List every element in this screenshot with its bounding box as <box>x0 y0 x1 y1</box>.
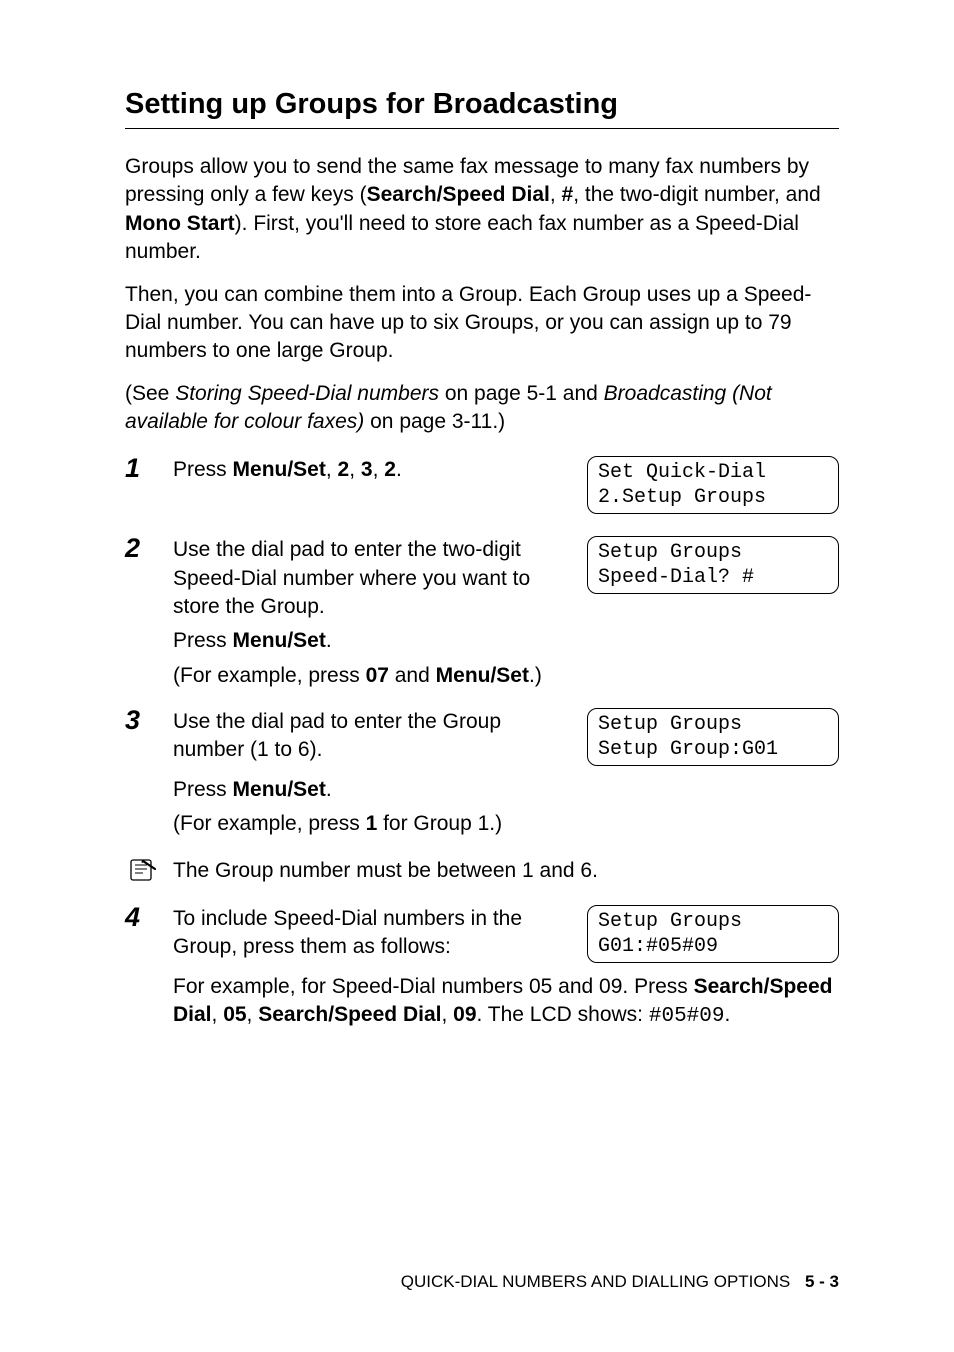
step-3: 3 Use the dial pad to enter the Group nu… <box>125 708 839 845</box>
key-label: Search/Speed Dial <box>258 1003 441 1026</box>
key-label: 2 <box>384 458 396 481</box>
text: , <box>373 458 385 481</box>
text: .) <box>529 664 542 687</box>
key-label: 3 <box>361 458 373 481</box>
key-label: Menu/Set <box>233 629 326 652</box>
key-label: 2 <box>338 458 350 481</box>
step-text: (For example, press 07 and Menu/Set.) <box>173 662 839 690</box>
text: and <box>389 664 436 687</box>
text: (For example, press <box>173 664 366 687</box>
text: , <box>212 1003 224 1026</box>
key-label: Menu/Set <box>233 458 326 481</box>
page-number: 5 - 3 <box>805 1272 839 1291</box>
text: Press <box>173 778 233 801</box>
text: . <box>396 458 402 481</box>
key-label: 05 <box>223 1003 246 1026</box>
step-number: 2 <box>125 534 173 564</box>
step-text: Press Menu/Set. <box>173 627 839 655</box>
step-text: To include Speed-Dial numbers in the Gro… <box>173 905 569 962</box>
text: , <box>441 1003 453 1026</box>
key-label: Mono Start <box>125 212 235 235</box>
key-label: 07 <box>366 664 389 687</box>
text: , <box>247 1003 259 1026</box>
step-number: 1 <box>125 454 173 484</box>
step-text: For example, for Speed-Dial numbers 05 a… <box>173 973 839 1032</box>
page-footer: QUICK-DIAL NUMBERS AND DIALLING OPTIONS … <box>401 1271 839 1294</box>
step-text: Use the dial pad to enter the Group numb… <box>173 708 569 765</box>
lcd-line: Setup Groups <box>598 541 742 564</box>
text: . <box>724 1003 730 1026</box>
step-number: 4 <box>125 903 173 933</box>
chapter-title: QUICK-DIAL NUMBERS AND DIALLING OPTIONS <box>401 1272 791 1291</box>
text: (For example, press <box>173 812 366 835</box>
text: , the two-digit number, and <box>573 183 820 206</box>
section-heading: Setting up Groups for Broadcasting <box>125 85 839 129</box>
key-label: Menu/Set <box>233 778 326 801</box>
text: . The LCD shows: <box>477 1003 649 1026</box>
step-4: 4 To include Speed-Dial numbers in the G… <box>125 905 839 1038</box>
key-label: Search/Speed Dial <box>367 183 550 206</box>
key-label: 1 <box>366 812 378 835</box>
lcd-line: 2.Setup Groups <box>598 486 766 509</box>
key-label: 09 <box>453 1003 476 1026</box>
intro-paragraph-2: Then, you can combine them into a Group.… <box>125 281 839 366</box>
text: For example, for Speed-Dial numbers 05 a… <box>173 975 694 998</box>
intro-paragraph-3: (See Storing Speed-Dial numbers on page … <box>125 380 839 437</box>
lcd-line: Set Quick-Dial <box>598 461 766 484</box>
text: (See <box>125 382 175 405</box>
text: for Group 1.) <box>377 812 502 835</box>
text: Press <box>173 458 233 481</box>
step-1: 1 Press Menu/Set, 2, 3, 2. Set Quick-Dia… <box>125 456 839 524</box>
intro-paragraph-1: Groups allow you to send the same fax me… <box>125 153 839 266</box>
lcd-text-inline: #05#09 <box>649 1005 725 1028</box>
text: on page 5-1 and <box>439 382 604 405</box>
lcd-display: Setup Groups G01:#05#09 <box>587 905 839 963</box>
lcd-line: G01:#05#09 <box>598 935 718 958</box>
reference: Storing Speed-Dial numbers <box>175 382 439 405</box>
key-label: Menu/Set <box>436 664 529 687</box>
lcd-line: Setup Group:G01 <box>598 738 778 761</box>
lcd-line: Setup Groups <box>598 713 742 736</box>
text: Press <box>173 629 233 652</box>
lcd-line: Setup Groups <box>598 910 742 933</box>
text: , <box>550 183 562 206</box>
step-text: Use the dial pad to enter the two-digit … <box>173 536 569 621</box>
step-2: 2 Use the dial pad to enter the two-digi… <box>125 536 839 696</box>
note-block: The Group number must be between 1 and 6… <box>125 857 839 885</box>
step-list: 1 Press Menu/Set, 2, 3, 2. Set Quick-Dia… <box>125 456 839 1037</box>
step-text: (For example, press 1 for Group 1.) <box>173 810 839 838</box>
lcd-display: Setup Groups Setup Group:G01 <box>587 708 839 766</box>
lcd-display: Set Quick-Dial 2.Setup Groups <box>587 456 839 514</box>
step-text: Press Menu/Set, 2, 3, 2. <box>173 456 569 484</box>
text: . <box>326 778 332 801</box>
lcd-line: Speed-Dial? # <box>598 566 754 589</box>
text: on page 3-11.) <box>364 410 505 433</box>
note-icon <box>127 857 157 883</box>
step-text: Press Menu/Set. <box>173 776 839 804</box>
step-number: 3 <box>125 706 173 736</box>
text: . <box>326 629 332 652</box>
key-label: # <box>562 183 574 206</box>
text: , <box>349 458 361 481</box>
lcd-display: Setup Groups Speed-Dial? # <box>587 536 839 594</box>
note-text: The Group number must be between 1 and 6… <box>173 857 839 885</box>
text: , <box>326 458 338 481</box>
